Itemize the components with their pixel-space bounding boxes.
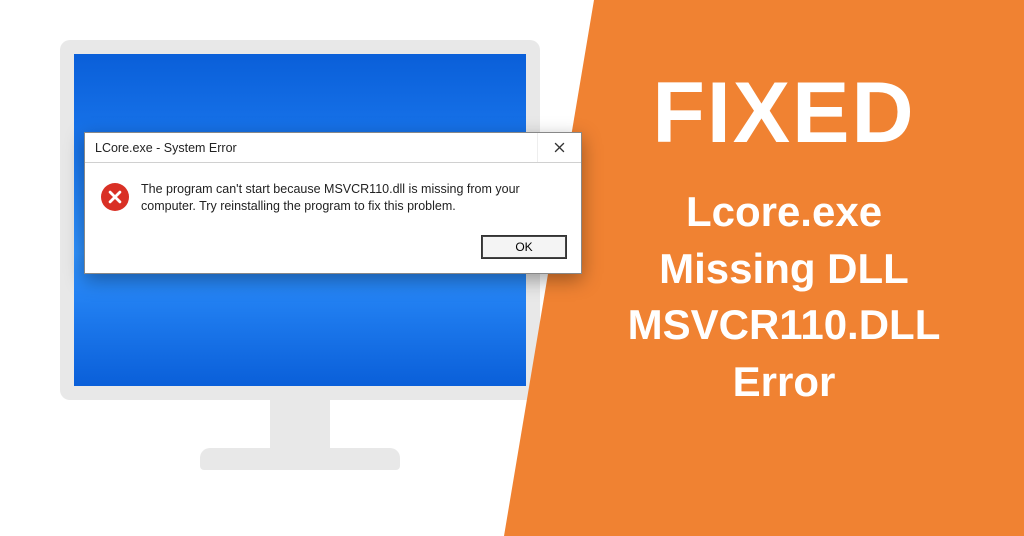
subtitle-line-3: MSVCR110.DLL: [628, 297, 941, 354]
dialog-actions: OK: [85, 229, 581, 273]
dialog-title: LCore.exe - System Error: [95, 141, 237, 155]
promo-canvas: LCore.exe - System Error The program can…: [0, 0, 1024, 536]
error-icon: [101, 183, 129, 211]
dialog-body: The program can't start because MSVCR110…: [85, 163, 581, 229]
monitor-neck: [270, 400, 330, 448]
ok-button-label: OK: [515, 240, 532, 254]
dialog-titlebar: LCore.exe - System Error: [85, 133, 581, 163]
monitor-illustration: LCore.exe - System Error The program can…: [60, 40, 540, 500]
monitor-base: [200, 448, 400, 470]
close-icon: [554, 142, 565, 153]
headline-panel: FIXED Lcore.exe Missing DLL MSVCR110.DLL…: [504, 0, 1024, 536]
dialog-message: The program can't start because MSVCR110…: [141, 181, 565, 215]
subtitle-line-1: Lcore.exe: [628, 184, 941, 241]
close-button[interactable]: [537, 133, 581, 162]
subtitle-line-2: Missing DLL: [628, 241, 941, 298]
subtitle-block: Lcore.exe Missing DLL MSVCR110.DLL Error: [628, 184, 941, 411]
error-dialog: LCore.exe - System Error The program can…: [84, 132, 582, 274]
fixed-heading: FIXED: [652, 70, 915, 156]
ok-button[interactable]: OK: [481, 235, 567, 259]
subtitle-line-4: Error: [628, 354, 941, 411]
